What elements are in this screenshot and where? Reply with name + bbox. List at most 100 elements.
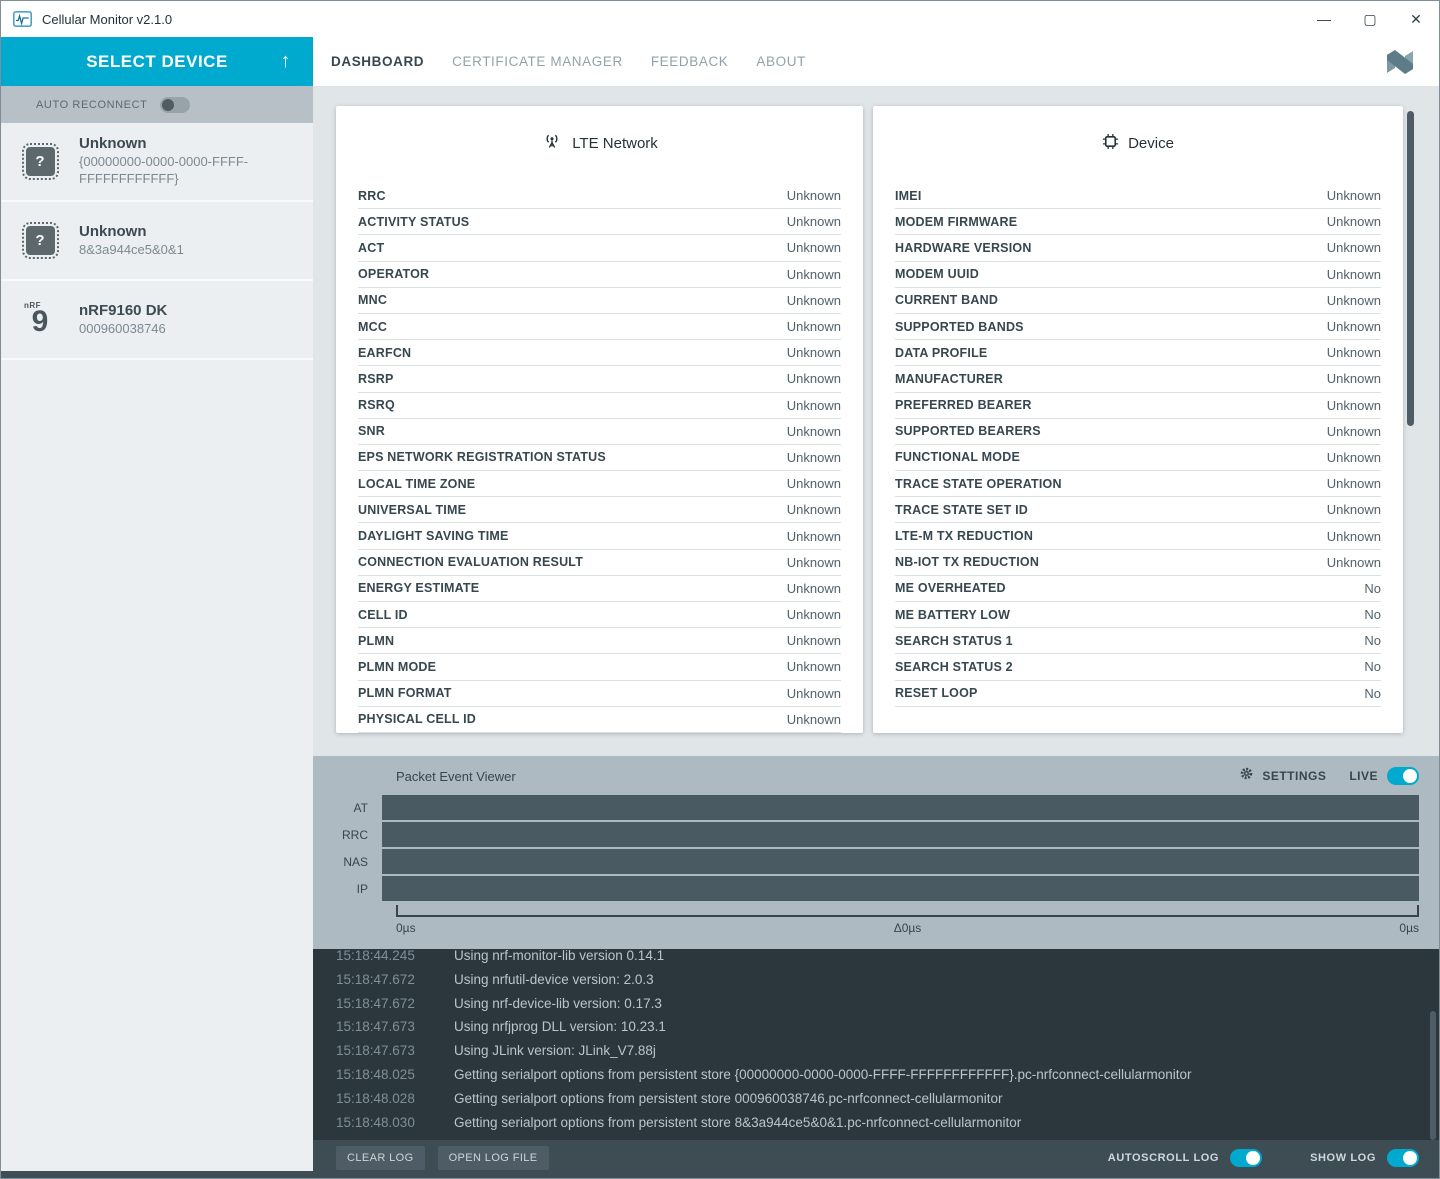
maximize-button[interactable]: ▢	[1347, 1, 1393, 37]
minimize-button[interactable]: —	[1301, 1, 1347, 37]
device-card-title: Device	[1128, 135, 1174, 152]
log-scrollbar-thumb[interactable]	[1430, 1011, 1436, 1140]
device-card-rows: IMEI Unknown MODEM FIRMWARE Unknown HARD…	[895, 183, 1381, 707]
nav-tab[interactable]: CERTIFICATE MANAGER	[452, 54, 623, 69]
track-label: IP	[328, 882, 382, 896]
log-lines: 15:18:44.245 Using nrf-monitor-lib versi…	[313, 949, 1439, 1134]
timeline-axis[interactable]	[396, 915, 1419, 919]
open-log-file-button[interactable]: OPEN LOG FILE	[438, 1146, 549, 1170]
info-row: MNC Unknown	[358, 288, 841, 314]
log-message: Getting serialport options from persiste…	[454, 1087, 1003, 1111]
info-row: CURRENT BAND Unknown	[895, 288, 1381, 314]
gear-icon[interactable]	[1240, 767, 1253, 785]
info-value: Unknown	[1327, 371, 1381, 386]
info-value: Unknown	[787, 581, 841, 596]
info-row: DATA PROFILE Unknown	[895, 340, 1381, 366]
log-timestamp: 15:18:47.673	[336, 1015, 426, 1039]
info-row: OPERATOR Unknown	[358, 262, 841, 288]
info-value: Unknown	[787, 476, 841, 491]
lte-network-card: LTE Network RRC Unknown ACTIVITY STATUS …	[336, 106, 863, 733]
info-value: Unknown	[787, 293, 841, 308]
nav-tab[interactable]: ABOUT	[756, 54, 806, 69]
info-row: PREFERRED BEARER Unknown	[895, 393, 1381, 419]
packet-viewer-header: Packet Event Viewer SETTINGS LIVE	[313, 756, 1439, 785]
info-label: UNIVERSAL TIME	[358, 503, 466, 517]
info-value: Unknown	[1327, 476, 1381, 491]
dashboard-scrollbar-thumb[interactable]	[1407, 111, 1414, 426]
info-row: ACT Unknown	[358, 235, 841, 261]
info-label: RESET LOOP	[895, 686, 978, 700]
info-value: Unknown	[1327, 529, 1381, 544]
info-label: RSRQ	[358, 398, 395, 412]
select-device-button[interactable]: SELECT DEVICE ↑	[1, 37, 313, 86]
info-value: Unknown	[787, 319, 841, 334]
info-label: SUPPORTED BEARERS	[895, 424, 1041, 438]
show-log-toggle[interactable]	[1387, 1149, 1419, 1167]
info-row: HARDWARE VERSION Unknown	[895, 235, 1381, 261]
settings-button[interactable]: SETTINGS	[1262, 769, 1326, 783]
info-label: PLMN FORMAT	[358, 686, 452, 700]
info-row: DAYLIGHT SAVING TIME Unknown	[358, 523, 841, 549]
device-list-item[interactable]: Unknown 8&3a944ce5&0&1	[1, 202, 313, 281]
live-toggle[interactable]	[1387, 767, 1419, 785]
autoscroll-log-label: AUTOSCROLL LOG	[1108, 1152, 1219, 1164]
info-label: MODEM UUID	[895, 267, 979, 281]
log-message: Using nrfjprog DLL version: 10.23.1	[454, 1015, 666, 1039]
log-entry: 15:18:47.673 Using nrfjprog DLL version:…	[336, 1015, 1439, 1039]
clear-log-button[interactable]: CLEAR LOG	[336, 1146, 425, 1170]
info-label: DATA PROFILE	[895, 346, 987, 360]
track-lane[interactable]	[382, 822, 1419, 847]
info-row: RSRQ Unknown	[358, 393, 841, 419]
info-row: EPS NETWORK REGISTRATION STATUS Unknown	[358, 445, 841, 471]
lte-network-icon	[541, 133, 563, 154]
packet-track-row: IP	[328, 875, 1419, 902]
info-row: LTE-M TX REDUCTION Unknown	[895, 523, 1381, 549]
info-label: RRC	[358, 189, 386, 203]
track-lane[interactable]	[382, 795, 1419, 820]
device-list-item[interactable]: Unknown {00000000-0000-0000-FFFF-FFFFFFF…	[1, 123, 313, 202]
log-entry: 15:18:48.028 Getting serialport options …	[336, 1087, 1439, 1111]
nav-tab[interactable]: FEEDBACK	[651, 54, 729, 69]
info-value: No	[1364, 607, 1381, 622]
info-row: IMEI Unknown	[895, 183, 1381, 209]
log-timestamp: 15:18:48.030	[336, 1111, 426, 1135]
select-device-label: SELECT DEVICE	[86, 52, 228, 72]
info-value: Unknown	[787, 712, 841, 727]
log-entry: 15:18:48.030 Getting serialport options …	[336, 1111, 1439, 1135]
packet-viewer-controls: SETTINGS LIVE	[1240, 767, 1419, 785]
track-lane[interactable]	[382, 876, 1419, 901]
device-list-item[interactable]: nRF9160 DK 000960038746	[1, 281, 313, 360]
info-value: No	[1364, 686, 1381, 701]
info-value: Unknown	[787, 424, 841, 439]
nav-bar: DASHBOARD CERTIFICATE MANAGER FEEDBACK A…	[313, 37, 1439, 86]
info-label: HARDWARE VERSION	[895, 241, 1032, 255]
collapse-arrow-icon: ↑	[281, 50, 292, 73]
log-timestamp: 15:18:48.028	[336, 1087, 426, 1111]
show-log-label: SHOW LOG	[1310, 1152, 1376, 1164]
info-value: Unknown	[787, 529, 841, 544]
dashboard-panel: LTE Network RRC Unknown ACTIVITY STATUS …	[313, 86, 1439, 756]
close-button[interactable]: ✕	[1393, 1, 1439, 37]
nav-tab[interactable]: DASHBOARD	[331, 54, 424, 69]
info-row: PLMN MODE Unknown	[358, 654, 841, 680]
info-label: SEARCH STATUS 2	[895, 660, 1013, 674]
packet-event-viewer: Packet Event Viewer SETTINGS LIVE	[313, 756, 1439, 949]
device-serial: 8&3a944ce5&0&1	[79, 242, 259, 259]
autoscroll-log-toggle[interactable]	[1230, 1149, 1262, 1167]
packet-track-row: RRC	[328, 821, 1419, 848]
info-row: CONNECTION EVALUATION RESULT Unknown	[358, 550, 841, 576]
device-name: Unknown	[79, 223, 299, 240]
track-lane[interactable]	[382, 849, 1419, 874]
info-label: EARFCN	[358, 346, 411, 360]
info-label: NB-IOT TX REDUCTION	[895, 555, 1039, 569]
auto-reconnect-toggle[interactable]	[160, 97, 190, 113]
device-type-icon	[26, 226, 55, 255]
main-area: DASHBOARD CERTIFICATE MANAGER FEEDBACK A…	[313, 37, 1439, 1178]
info-row: ME BATTERY LOW No	[895, 602, 1381, 628]
track-label: RRC	[328, 828, 382, 842]
info-label: PREFERRED BEARER	[895, 398, 1032, 412]
info-row: TRACE STATE OPERATION Unknown	[895, 471, 1381, 497]
log-message: Using nrf-monitor-lib version 0.14.1	[454, 949, 664, 968]
info-row: MODEM FIRMWARE Unknown	[895, 209, 1381, 235]
info-label: SNR	[358, 424, 385, 438]
